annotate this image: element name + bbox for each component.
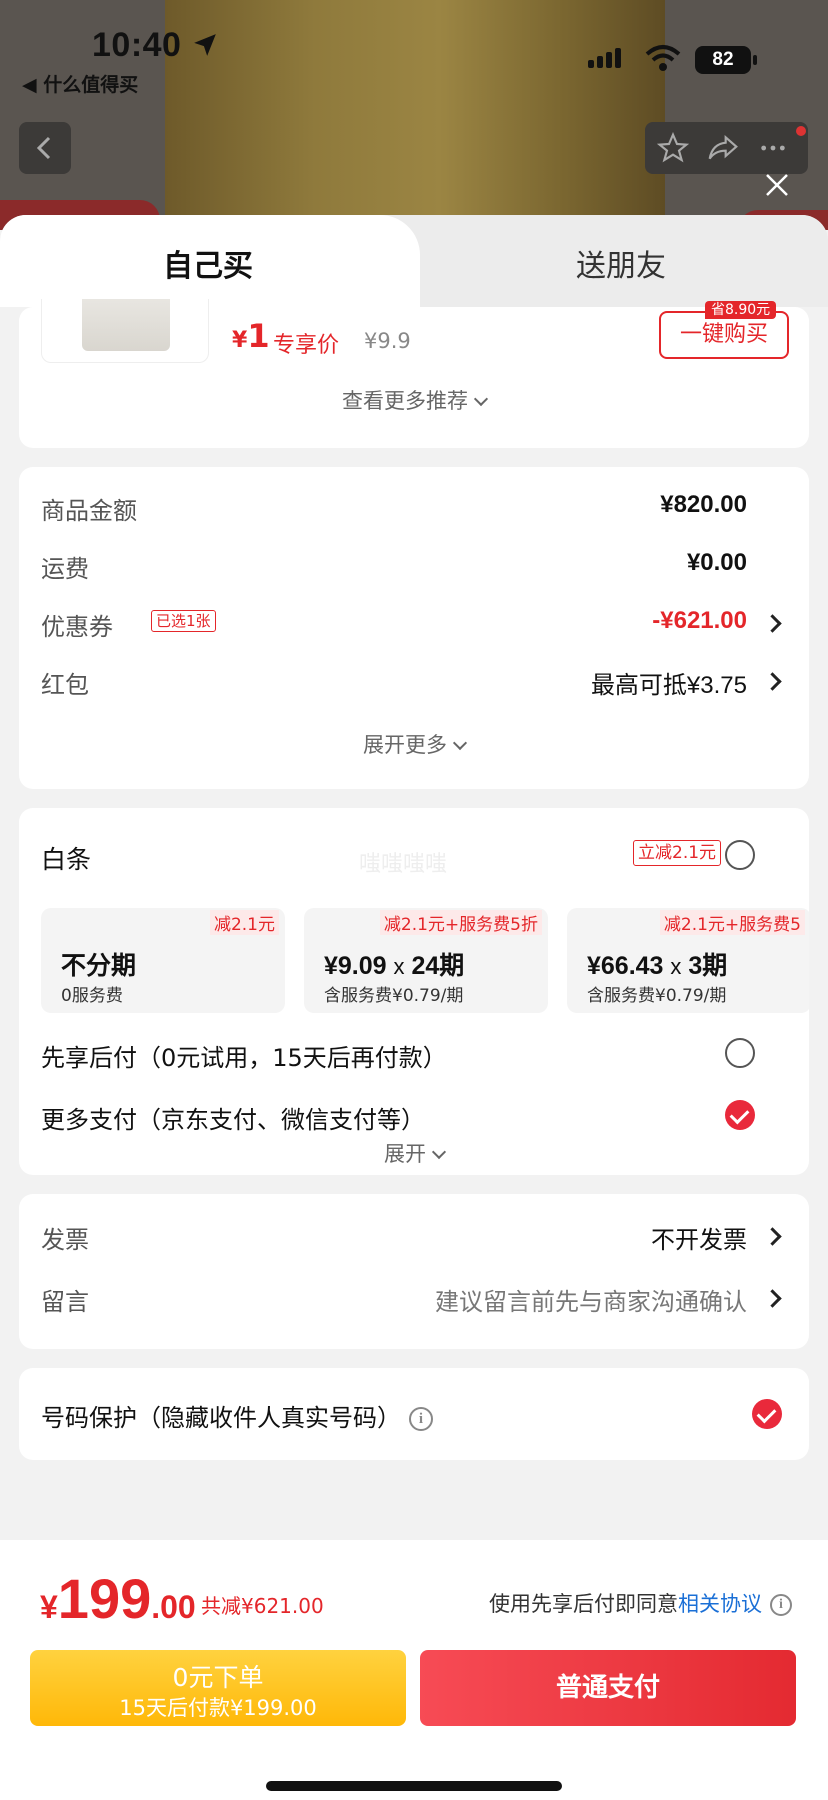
normal-pay-button[interactable]: 普通支付 bbox=[420, 1650, 796, 1726]
red-packet-value: 最高可抵¥3.75 bbox=[590, 672, 747, 699]
privacy-card: 号码保护（隐藏收件人真实号码） i bbox=[19, 1368, 809, 1460]
chevron-right-icon bbox=[763, 614, 782, 633]
coupon-row[interactable]: 优惠券 已选1张 -¥621.00 bbox=[41, 607, 787, 647]
chevron-right-icon bbox=[763, 1289, 782, 1308]
message-placeholder: 建议留言前先与商家沟通确认 bbox=[435, 1289, 747, 1316]
installment-plans: 减2.1元 不分期 0服务费 减2.1元+服务费5折 ¥9.09 x 24期 含… bbox=[41, 908, 809, 1013]
installment-plan-none[interactable]: 减2.1元 不分期 0服务费 bbox=[41, 908, 285, 1013]
close-icon[interactable] bbox=[762, 170, 792, 200]
see-more-recommend[interactable]: 查看更多推荐 bbox=[19, 385, 809, 415]
invoice-card: 发票 不开发票 留言 建议留言前先与商家沟通确认 bbox=[19, 1194, 809, 1349]
order-summary-card: 商品金额 ¥820.00 运费 ¥0.00 优惠券 已选1张 -¥621.00 … bbox=[19, 467, 809, 789]
battery-icon: 82 bbox=[695, 46, 757, 74]
coupon-selected-badge: 已选1张 bbox=[151, 610, 216, 632]
status-time: 10:40 bbox=[92, 26, 182, 64]
chevron-left-icon bbox=[36, 136, 51, 160]
recommend-card: ¥1 专享价 ¥9.9 一键购买 省8.90元 查看更多推荐 bbox=[19, 299, 809, 448]
shipping-row: 运费 ¥0.00 bbox=[41, 549, 747, 583]
exclusive-price-label: 专享价 bbox=[273, 333, 340, 358]
goods-amount-row: 商品金额 ¥820.00 bbox=[41, 491, 747, 525]
nav-actions bbox=[645, 122, 808, 174]
number-protection-toggle-checked[interactable] bbox=[752, 1399, 782, 1429]
signal-icon bbox=[588, 48, 621, 68]
expand-payment-button[interactable]: 展开 bbox=[19, 1138, 809, 1168]
back-to-app-link[interactable]: ◀ 什么值得买 bbox=[22, 70, 138, 97]
pay-later-option[interactable]: 先享后付（0元试用，15天后再付款） bbox=[41, 1038, 447, 1073]
installment-plan-24[interactable]: 减2.1元+服务费5折 ¥9.09 x 24期 含服务费¥0.79/期 bbox=[304, 908, 548, 1013]
shipping-value: ¥0.00 bbox=[686, 549, 747, 576]
location-arrow-icon bbox=[194, 34, 216, 56]
more-pay-radio-checked[interactable] bbox=[725, 1100, 755, 1130]
save-tag: 省8.90元 bbox=[705, 301, 777, 319]
tab-self-buy-label[interactable]: 自己买 bbox=[163, 241, 253, 285]
agreement-link[interactable]: 相关协议 bbox=[678, 1592, 762, 1616]
total-price: ¥199.00 bbox=[40, 1567, 196, 1630]
info-icon[interactable]: i bbox=[409, 1407, 433, 1431]
home-indicator bbox=[266, 1781, 562, 1791]
buy-mode-tabs: 自己买 送朋友 bbox=[0, 215, 828, 307]
wifi-icon bbox=[645, 45, 681, 71]
more-pay-option[interactable]: 更多支付（京东支付、微信支付等） bbox=[41, 1100, 425, 1135]
chevron-down-icon bbox=[431, 1144, 447, 1160]
recommend-price: ¥1 bbox=[232, 317, 270, 355]
star-icon[interactable] bbox=[657, 132, 689, 164]
tab-gift[interactable]: 送朋友 bbox=[576, 241, 666, 285]
info-icon[interactable]: i bbox=[770, 1594, 792, 1616]
back-button[interactable] bbox=[19, 122, 71, 174]
invoice-row[interactable]: 发票 不开发票 bbox=[41, 1220, 787, 1260]
checkout-bar: ¥199.00 共减¥621.00 使用先享后付即同意相关协议 i 0元下单 15… bbox=[0, 1540, 828, 1800]
agreement-text: 使用先享后付即同意相关协议 i bbox=[489, 1588, 792, 1618]
zero-order-button[interactable]: 0元下单 15天后付款¥199.00 bbox=[30, 1650, 406, 1726]
baitiao-discount-badge: 立减2.1元 bbox=[633, 840, 722, 866]
more-icon[interactable] bbox=[757, 132, 789, 164]
share-icon[interactable] bbox=[707, 132, 739, 164]
pay-later-radio[interactable] bbox=[725, 1038, 755, 1068]
red-packet-row[interactable]: 红包 最高可抵¥3.75 bbox=[41, 665, 787, 705]
product-image bbox=[165, 0, 665, 230]
expand-more-button[interactable]: 展开更多 bbox=[19, 729, 809, 759]
number-protection-label: 号码保护（隐藏收件人真实号码） i bbox=[41, 1398, 433, 1433]
invoice-value: 不开发票 bbox=[651, 1227, 747, 1254]
chevron-down-icon bbox=[473, 391, 489, 407]
recommend-thumbnail[interactable] bbox=[41, 299, 209, 363]
baitiao-radio[interactable] bbox=[725, 840, 755, 870]
chevron-down-icon bbox=[452, 735, 468, 751]
watermark: 嗤嗤嗤嗤 bbox=[359, 852, 448, 877]
installment-plan-3[interactable]: 减2.1元+服务费5 ¥66.43 x 3期 含服务费¥0.79/期 bbox=[567, 908, 809, 1013]
goods-amount-value: ¥820.00 bbox=[660, 491, 747, 518]
baitiao-label: 白条 bbox=[41, 845, 92, 874]
coupon-value: -¥621.00 bbox=[652, 607, 747, 634]
payment-card: 白条 嗤嗤嗤嗤 立减2.1元 减2.1元 不分期 0服务费 减2.1元+服务费5… bbox=[19, 808, 809, 1175]
chevron-right-icon bbox=[763, 672, 782, 691]
original-price: ¥9.9 bbox=[364, 329, 411, 353]
message-row[interactable]: 留言 建议留言前先与商家沟通确认 bbox=[41, 1282, 787, 1322]
total-reduce: 共减¥621.00 bbox=[201, 1594, 324, 1618]
notification-dot bbox=[796, 126, 806, 136]
chevron-right-icon bbox=[763, 1227, 782, 1246]
